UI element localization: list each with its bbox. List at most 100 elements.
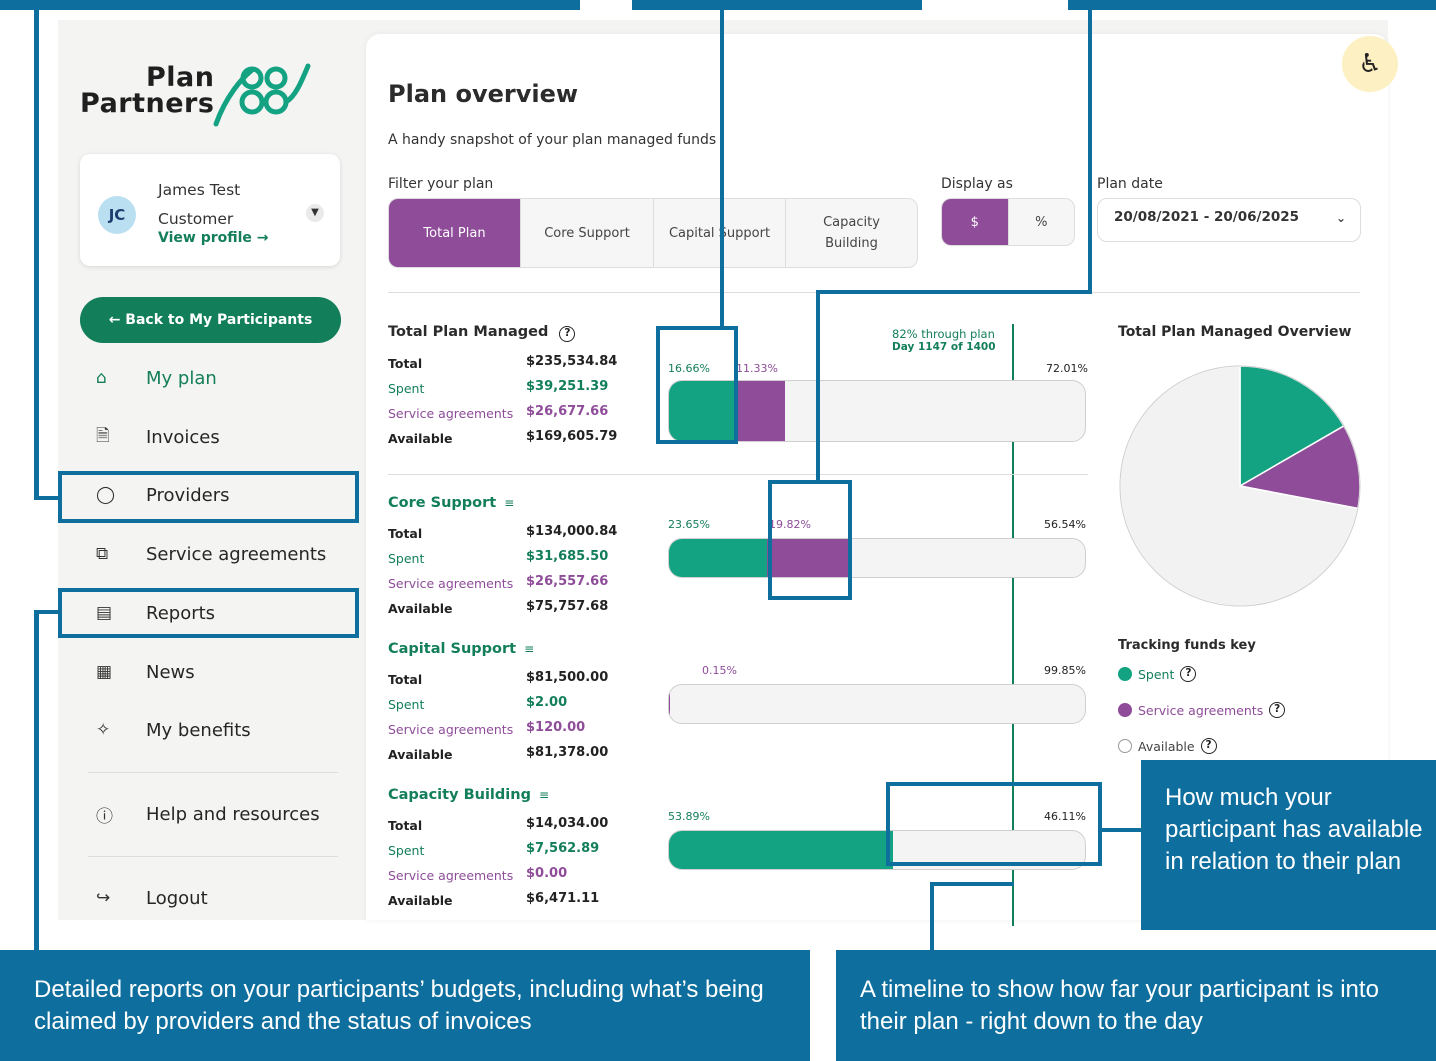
sort-icon: ≡ (504, 496, 515, 510)
callout-line (34, 0, 39, 500)
accessibility-icon[interactable]: ♿ (1342, 36, 1398, 92)
newspaper-icon: ▦ (96, 662, 113, 682)
section-title-text: Capacity Building (388, 787, 531, 803)
timeline-label: 82% through plan Day 1147 of 1400 (892, 327, 996, 353)
logo-text-line2: Partners (80, 88, 215, 119)
section-title-core-support[interactable]: Core Support ≡ (388, 495, 514, 511)
sidebar-item-my-plan[interactable]: ⌂ My plan (80, 358, 350, 398)
sidebar-item-service-agreements[interactable]: ⧉ Service agreements (80, 534, 350, 574)
profile-card[interactable]: JC James Test Customer View profile → ▼ (80, 154, 340, 266)
available-highlight (886, 782, 1102, 866)
avatar: JC (98, 196, 136, 234)
row-label-spent: Spent (388, 381, 425, 396)
back-to-participants-button[interactable]: ← Back to My Participants (80, 297, 341, 343)
bar-fill-service (669, 685, 670, 723)
overview-pie-chart (1119, 365, 1361, 607)
pct-spent: 53.89% (668, 810, 710, 823)
document-icon: 🗎 (96, 425, 110, 446)
home-icon: ⌂ (96, 368, 107, 388)
row-label-available: Available (388, 431, 453, 446)
capital-spent: $2.00 (526, 695, 568, 710)
funds-bar-capital-support (668, 684, 1086, 724)
key-item-spent: Spent ? (1118, 666, 1197, 682)
row-label-total: Total (388, 356, 423, 371)
pct-available: 72.01% (1046, 362, 1088, 375)
key-label: Service agreements (1138, 702, 1264, 718)
sidebar-item-my-benefits[interactable]: ✧ My benefits (80, 710, 350, 750)
callout-line (930, 882, 934, 950)
display-as-label: Display as (941, 176, 1013, 192)
spent-percent-highlight (656, 326, 738, 444)
row-label-available: Available (388, 747, 453, 762)
page-subtitle: A handy snapshot of your plan managed fu… (388, 132, 717, 148)
available-dot-icon (1118, 739, 1132, 753)
callout-line (720, 0, 724, 328)
total-plan-spent: $39,251.39 (526, 379, 609, 394)
total-plan-service: $26,677.66 (526, 404, 609, 419)
help-icon[interactable]: ? (1180, 666, 1197, 682)
section-divider (388, 474, 1088, 475)
view-profile-link[interactable]: View profile → (158, 230, 269, 246)
page-title: Plan overview (388, 80, 579, 108)
key-item-available: Available ? (1118, 738, 1217, 754)
sidebar-item-label: My plan (146, 367, 217, 389)
core-available: $75,757.68 (526, 599, 609, 614)
display-as-toggle: $ % (941, 198, 1075, 246)
sidebar-item-invoices[interactable]: 🗎 Invoices (80, 417, 350, 457)
chevron-down-icon[interactable]: ▼ (306, 204, 324, 222)
service-dot-icon (1118, 703, 1132, 717)
sidebar: Plan Partners JC James Test Customer Vie… (58, 20, 358, 920)
row-label-service: Service agreements (388, 868, 514, 883)
bar-fill-service (738, 381, 786, 441)
providers-highlight (58, 471, 359, 523)
pct-service: 11.33% (736, 362, 778, 375)
pct-available: 99.85% (1044, 664, 1086, 677)
tracking-key-title: Tracking funds key (1118, 638, 1256, 653)
capital-total: $81,500.00 (526, 670, 609, 685)
callout-line (34, 496, 60, 500)
callout-line (34, 610, 39, 950)
section-title-capital-support[interactable]: Capital Support ≡ (388, 641, 534, 657)
sidebar-item-label: My benefits (146, 719, 251, 741)
service-percent-highlight (768, 480, 852, 600)
capacity-total: $14,034.00 (526, 816, 609, 831)
help-icon[interactable]: ? (1200, 738, 1217, 754)
total-plan-available: $169,605.79 (526, 429, 618, 444)
sidebar-divider (88, 772, 338, 773)
core-service: $26,557.66 (526, 574, 609, 589)
sidebar-item-news[interactable]: ▦ News (80, 652, 350, 692)
help-icon[interactable]: ? (559, 326, 576, 342)
section-title-capacity-building[interactable]: Capacity Building ≡ (388, 787, 549, 803)
callout-reports: Detailed reports on your participants’ b… (0, 950, 810, 1061)
plan-date-select[interactable]: 20/08/2021 - 20/06/2025 ⌄ (1097, 198, 1361, 242)
copy-icon: ⧉ (96, 544, 109, 564)
sidebar-item-help[interactable]: ⓘ Help and resources (80, 794, 350, 834)
capacity-available: $6,471.11 (526, 891, 600, 906)
row-label-service: Service agreements (388, 406, 514, 421)
callout-line (816, 290, 820, 482)
sidebar-divider (88, 856, 338, 857)
row-label-spent: Spent (388, 697, 425, 712)
row-label-available: Available (388, 893, 453, 908)
funds-bar-core-support (668, 538, 1086, 578)
logo-loops-icon (213, 63, 311, 127)
help-icon[interactable]: ? (1269, 702, 1286, 718)
tab-capacity-building[interactable]: Capacity Building (786, 199, 917, 267)
plan-partners-logo[interactable]: Plan Partners (80, 56, 320, 127)
sidebar-item-logout[interactable]: ↪ Logout (80, 878, 350, 918)
plan-filter-tabs: Total Plan Core Support Capital Support … (388, 198, 918, 268)
callout-available: How much your participant has available … (1141, 760, 1436, 930)
timeline-day: Day 1147 of 1400 (892, 341, 996, 353)
bar-fill-spent (669, 539, 768, 577)
row-label-total: Total (388, 672, 423, 687)
tab-total-plan[interactable]: Total Plan (389, 199, 521, 267)
plan-date-label: Plan date (1097, 176, 1163, 192)
display-dollar-option[interactable]: $ (942, 199, 1009, 245)
sidebar-item-label: Help and resources (146, 803, 320, 825)
tab-core-support[interactable]: Core Support (521, 199, 654, 267)
profile-name: James Test Customer (158, 176, 240, 234)
pct-available: 56.54% (1044, 518, 1086, 531)
callout-timeline: A timeline to show how far your particip… (836, 950, 1436, 1061)
display-percent-option[interactable]: % (1009, 199, 1075, 245)
sidebar-item-label: Invoices (146, 426, 220, 448)
